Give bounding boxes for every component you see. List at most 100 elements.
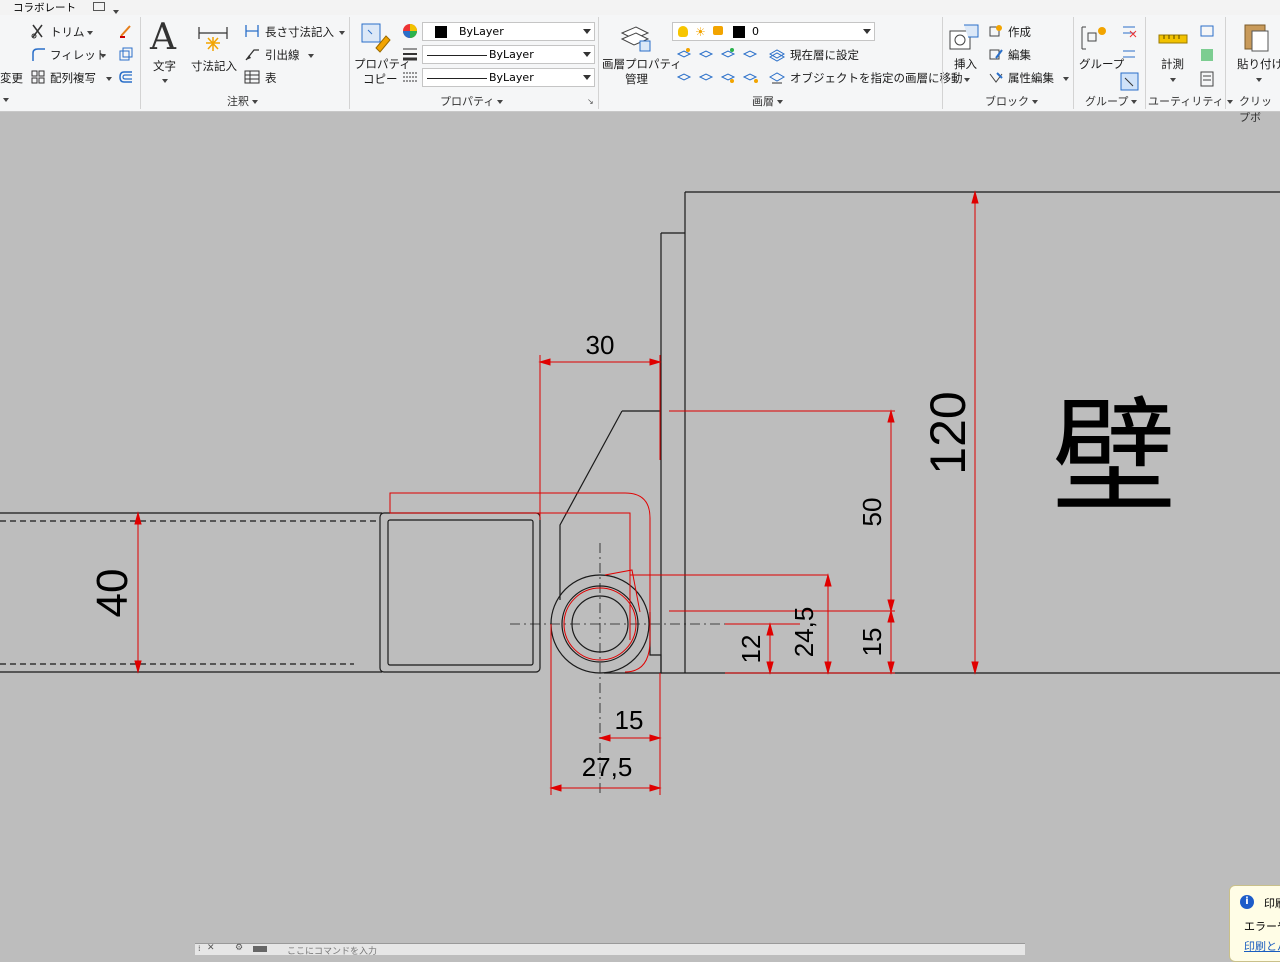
dimension-40[interactable]: 40	[88, 569, 137, 618]
layer-properties-button[interactable]: 画層プロパティ	[602, 56, 682, 72]
trim-button[interactable]: トリム	[50, 24, 85, 40]
sun-icon: ☀	[695, 25, 706, 39]
insert-button[interactable]: 挿入	[954, 56, 977, 72]
measure-icon[interactable]	[1158, 29, 1188, 49]
lineweight-select[interactable]: ByLayer	[422, 45, 595, 64]
text-icon[interactable]: A	[150, 17, 176, 58]
properties-panel-title[interactable]: プロパティ	[440, 93, 504, 109]
chevron-down-icon[interactable]	[97, 48, 106, 62]
paste-icon[interactable]	[1242, 21, 1272, 53]
array-button[interactable]: 配列複写	[50, 70, 96, 86]
notification-link[interactable]: 印刷とパ	[1244, 938, 1280, 954]
unlock-icon	[713, 26, 723, 35]
annotation-panel-title[interactable]: 注釈	[227, 93, 258, 109]
group-icon[interactable]	[1080, 23, 1112, 53]
color-swatch	[435, 26, 447, 38]
hinge-knuckle	[510, 543, 800, 795]
edit-block-button[interactable]: 編集	[1008, 47, 1031, 63]
offset-icon[interactable]	[118, 69, 134, 85]
notification-balloon[interactable]: i 印刷 エラーや 印刷とパ	[1229, 885, 1280, 962]
attribute-edit-icon	[989, 72, 1003, 83]
wall-label[interactable]: 壁	[1052, 389, 1176, 527]
layer-tools-row1-icons[interactable]	[676, 46, 766, 62]
dimension-50[interactable]: 50	[857, 498, 887, 527]
chevron-down-icon[interactable]	[1253, 72, 1262, 86]
chevron-down-icon[interactable]	[1167, 72, 1176, 86]
layers-panel-title[interactable]: 画層	[752, 93, 783, 109]
create-block-button[interactable]: 作成	[1008, 24, 1031, 40]
lineweight-icon	[403, 48, 417, 61]
command-line[interactable]: ⁞ ✕ ⚙ ここにコマンドを入力	[195, 943, 1025, 957]
group-button[interactable]: グループ	[1079, 56, 1124, 72]
copy-icon[interactable]	[118, 46, 134, 62]
workspace-dropdown-icon[interactable]	[93, 2, 105, 11]
dimension-button[interactable]: 寸法記入	[191, 58, 237, 74]
chevron-down-icon[interactable]	[103, 71, 112, 85]
paste-button[interactable]: 貼り付け	[1237, 56, 1280, 72]
chevron-down-icon[interactable]	[1060, 71, 1069, 85]
match-properties-icon[interactable]	[360, 22, 392, 54]
dimension-15-vertical[interactable]: 15	[857, 628, 887, 657]
color-select[interactable]: ByLayer	[422, 22, 595, 41]
command-input[interactable]: ここにコマンドを入力	[287, 944, 377, 957]
group-tools-icons[interactable]	[1120, 23, 1140, 93]
edit-block-icon	[989, 49, 1003, 60]
dimension-15-horizontal[interactable]: 15	[615, 705, 644, 735]
layer-select[interactable]: ☀ 0	[672, 22, 875, 41]
dimension-24-5[interactable]: 24,5	[789, 607, 819, 658]
utilities-panel-title[interactable]: ユーティリティ	[1148, 93, 1233, 109]
chevron-down-icon[interactable]	[305, 48, 314, 62]
divider	[349, 17, 350, 109]
layer-tools-row2-icons[interactable]	[676, 69, 766, 85]
move-to-layer-icon	[768, 72, 786, 84]
dimension-30[interactable]: 30	[586, 330, 615, 360]
linetype-icon	[403, 72, 417, 82]
red-outline	[389, 410, 895, 674]
measure-button[interactable]: 計測	[1161, 56, 1184, 72]
panel-dialog-launcher-icon[interactable]: ↘	[587, 97, 594, 106]
info-icon: i	[1240, 895, 1254, 909]
dimension-texts: 30 120 50 15 24,5 12 40 15 27,5 壁	[88, 330, 1176, 782]
set-current-layer-button[interactable]: 現在層に設定	[790, 47, 859, 63]
chevron-down-icon[interactable]	[336, 25, 345, 39]
layer-color-swatch	[733, 26, 745, 38]
tab-collaborate[interactable]: コラボレート	[13, 0, 76, 15]
divider	[1145, 17, 1146, 109]
lightbulb-icon	[678, 26, 688, 37]
divider	[140, 17, 141, 109]
quick-access-bar: コラボレート	[0, 0, 1280, 15]
linear-dimension-button[interactable]: 長さ寸法記入	[265, 24, 334, 40]
layer-properties-icon[interactable]	[618, 21, 652, 53]
chevron-down-icon	[583, 75, 591, 80]
drawing-canvas[interactable]: 30 120 50 15 24,5 12 40 15 27,5 壁	[0, 112, 1280, 954]
chevron-down-icon[interactable]	[961, 72, 970, 86]
utility-tools-icons[interactable]	[1198, 23, 1216, 93]
wrench-icon[interactable]: ⚙	[235, 943, 243, 953]
insert-block-icon[interactable]	[948, 21, 982, 53]
close-icon[interactable]: ✕	[207, 943, 215, 953]
leader-button[interactable]: 引出線	[265, 47, 300, 63]
grip-icon[interactable]: ⁞	[198, 944, 201, 953]
group-panel-title[interactable]: グループ	[1085, 93, 1138, 109]
attribute-edit-button[interactable]: 属性編集	[1008, 70, 1054, 86]
change-button[interactable]: 変更	[0, 70, 23, 86]
dimension-12[interactable]: 12	[736, 635, 766, 664]
divider	[1225, 17, 1226, 109]
trim-icon	[31, 24, 43, 39]
text-button[interactable]: 文字	[153, 58, 176, 74]
table-button[interactable]: 表	[265, 70, 277, 86]
chevron-down-icon[interactable]	[84, 25, 93, 39]
linetype-select[interactable]: ByLayer	[422, 68, 595, 87]
dimension-icon[interactable]	[197, 23, 229, 55]
erase-icon[interactable]	[118, 23, 134, 39]
block-panel-title[interactable]: ブロック	[985, 93, 1038, 109]
move-to-layer-button[interactable]: オブジェクトを指定の画層に移動	[790, 70, 963, 86]
dimension-27-5[interactable]: 27,5	[582, 752, 633, 782]
color-wheel-icon	[403, 24, 417, 38]
layer-properties-button-line2[interactable]: 管理	[625, 71, 648, 87]
modify-panel-title[interactable]	[0, 93, 9, 106]
beam	[0, 512, 541, 673]
match-properties-button-line2[interactable]: コピー	[363, 71, 398, 87]
chevron-down-icon[interactable]	[159, 73, 168, 87]
dimension-120[interactable]: 120	[920, 391, 976, 474]
